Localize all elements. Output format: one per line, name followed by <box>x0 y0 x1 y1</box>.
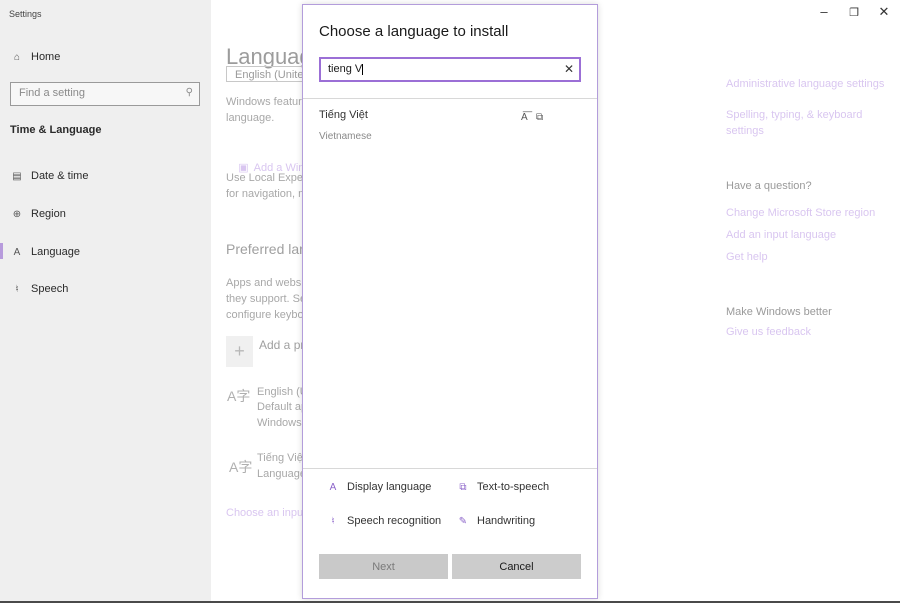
sidebar: Settings ⌂ Home Find a setting ⚲ Time & … <box>0 0 211 601</box>
sidebar-item-home[interactable]: ⌂ Home <box>10 48 60 66</box>
feature-label: Display language <box>347 481 432 493</box>
sidebar-item-label: Home <box>31 51 61 63</box>
search-icon: ⚲ <box>185 87 193 98</box>
language-icon: A <box>13 246 21 258</box>
add-input-language-link[interactable]: Add an input language <box>726 229 836 241</box>
admin-language-settings-link[interactable]: Administrative language settings <box>726 78 884 90</box>
lang2-sub: Language <box>257 468 306 480</box>
divider <box>303 468 597 469</box>
get-help-link[interactable]: Get help <box>726 251 768 263</box>
add-language-button[interactable]: + <box>226 336 253 367</box>
language-search-input[interactable]: tieng V ✕ <box>319 57 581 82</box>
feature-display-language: A Display language <box>327 481 432 493</box>
language-glyph-icon: A字 <box>227 388 251 404</box>
question-heading: Have a question? <box>726 180 812 192</box>
microphone-icon: ♮ <box>15 283 19 295</box>
feedback-link[interactable]: Give us feedback <box>726 326 811 338</box>
clear-search-icon[interactable]: ✕ <box>564 62 574 76</box>
windows-features-text-1: Windows features <box>226 96 314 108</box>
search-input[interactable]: Find a setting ⚲ <box>10 82 200 106</box>
sidebar-item-label: Date & time <box>31 170 89 182</box>
result-language-name: Tiếng Việt <box>319 109 368 121</box>
lang2-name[interactable]: Tiếng Việt <box>257 450 306 466</box>
feature-text-to-speech: ⧉ Text-to-speech <box>457 481 549 493</box>
calendar-clock-icon: ▤ <box>12 170 22 182</box>
choose-input-method-link[interactable]: Choose an input <box>226 507 306 519</box>
sidebar-item-speech[interactable]: ♮ Speech <box>10 280 68 298</box>
display-language-icon: A͞ <box>521 112 528 123</box>
display-language-icon: A <box>329 481 337 493</box>
text-to-speech-icon: ⧉ <box>536 112 544 123</box>
local-experience-text-2: for navigation, me <box>226 188 314 200</box>
lang1-sub-1: Default ap <box>257 401 308 413</box>
feature-label: Speech recognition <box>347 515 442 527</box>
spelling-link-line-2[interactable]: settings <box>726 125 764 137</box>
choose-language-dialog: Choose a language to install tieng V ✕ T… <box>302 4 598 599</box>
text-cursor <box>362 63 364 75</box>
better-heading: Make Windows better <box>726 306 832 318</box>
app-title: Settings <box>9 9 42 19</box>
globe-icon: ⊕ <box>12 208 22 220</box>
cancel-button[interactable]: Cancel <box>452 554 581 579</box>
minimize-button[interactable]: – <box>814 4 834 19</box>
section-title: Time & Language <box>10 124 102 136</box>
result-language-english: Vietnamese <box>319 131 372 142</box>
sidebar-item-language[interactable]: A Language <box>10 243 80 261</box>
store-region-link[interactable]: Change Microsoft Store region <box>726 207 875 219</box>
text-to-speech-icon: ⧉ <box>459 481 467 493</box>
restore-button[interactable]: ❐ <box>844 6 864 19</box>
search-value: tieng V <box>328 63 363 75</box>
search-placeholder: Find a setting <box>19 87 86 99</box>
speech-recognition-icon: ♮ <box>331 515 335 527</box>
sidebar-item-label: Speech <box>31 283 69 295</box>
feature-handwriting: ✎ Handwriting <box>457 515 535 527</box>
feature-label: Handwriting <box>477 515 536 527</box>
sidebar-item-label: Region <box>31 208 66 220</box>
divider <box>303 98 597 99</box>
apps-text-3: configure keyboa <box>226 309 310 321</box>
sidebar-item-region[interactable]: ⊕ Region <box>10 205 66 223</box>
active-indicator <box>0 243 3 259</box>
next-button[interactable]: Next <box>319 554 448 579</box>
sidebar-item-label: Language <box>31 246 80 258</box>
display-language-select[interactable]: English (United <box>226 66 306 82</box>
close-button[interactable]: ✕ <box>874 4 894 20</box>
home-icon: ⌂ <box>13 51 21 63</box>
language-glyph-icon: A字 <box>229 459 253 475</box>
spelling-link-line-1[interactable]: Spelling, typing, & keyboard <box>726 109 862 121</box>
windows-features-text-2: language. <box>226 112 275 124</box>
plus-icon: + <box>234 341 245 361</box>
sidebar-item-date-time[interactable]: ▤ Date & time <box>10 167 88 185</box>
apps-text-1: Apps and website <box>226 277 313 289</box>
feature-speech-recognition: ♮ Speech recognition <box>327 515 441 527</box>
dialog-title: Choose a language to install <box>319 23 509 40</box>
handwriting-icon: ✎ <box>458 515 468 527</box>
feature-label: Text-to-speech <box>477 481 550 493</box>
